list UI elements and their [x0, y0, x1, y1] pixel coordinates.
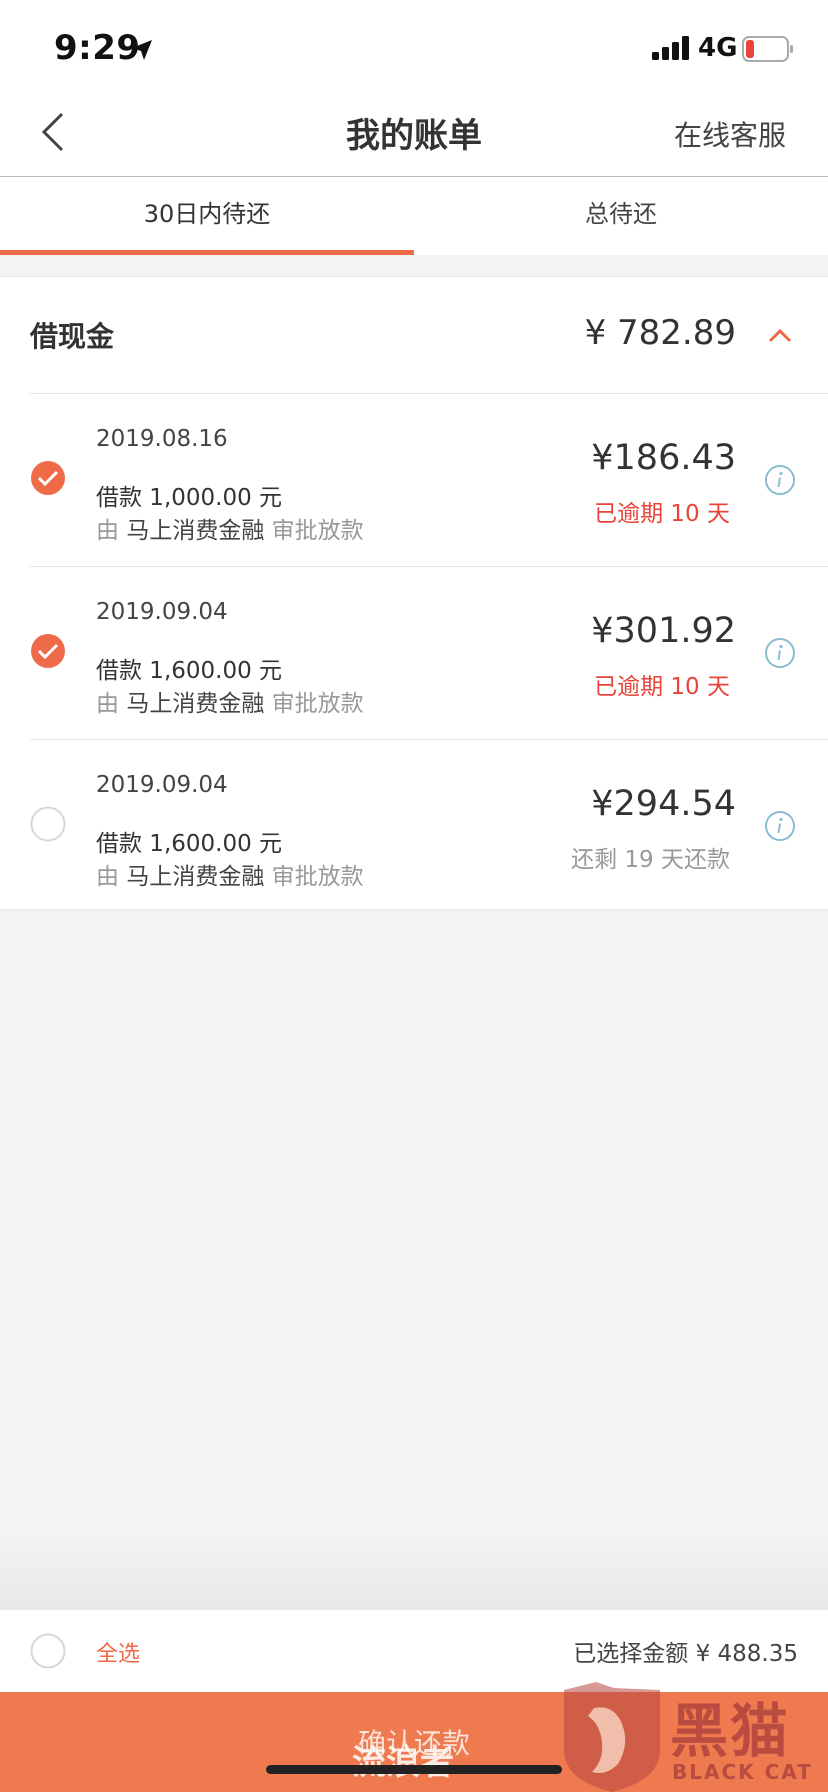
bill-row[interactable]: 2019.08.16 借款 1,000.00 元 由 马上消费金融 审批放款 ¥… [0, 394, 828, 566]
footer-shadow [0, 1540, 828, 1610]
lender-line: 由 马上消费金融 审批放款 [96, 684, 364, 718]
bill-amount: ¥294.54 [591, 784, 736, 824]
select-all-circle-icon[interactable] [30, 1633, 66, 1669]
section-total: ¥ 782.89 [584, 313, 736, 353]
watermark-brand-en: BLACK CAT [672, 1760, 813, 1784]
section-header[interactable]: 借现金 ¥ 782.89 [0, 277, 828, 393]
checked-circle-icon[interactable] [30, 633, 66, 669]
selected-amount: 已选择金额 ¥ 488.35 [573, 1641, 798, 1667]
watermark-text: 流浪者 [352, 1743, 454, 1783]
lender-prefix: 由 [96, 691, 119, 717]
info-icon[interactable] [764, 464, 796, 496]
lender-line: 由 马上消费金融 审批放款 [96, 857, 364, 891]
select-all-label[interactable]: 全选 [96, 1636, 140, 1668]
bill-card: 借现金 ¥ 782.89 2019.08.16 借款 1,000.00 元 由 … [0, 276, 828, 910]
bill-amount: ¥186.43 [591, 438, 736, 478]
loan-amount: 借款 1,600.00 元 [96, 658, 283, 684]
section-title: 借现金 [30, 320, 115, 353]
watermark-brand-cn: 黑猫 [670, 1697, 791, 1765]
lender-suffix: 审批放款 [271, 518, 364, 544]
cellular-signal-icon [652, 36, 689, 60]
status-time: 9:29 [54, 28, 141, 68]
bill-date: 2019.09.04 [96, 599, 228, 625]
checked-circle-icon[interactable] [30, 460, 66, 496]
unchecked-circle-icon[interactable] [30, 806, 66, 842]
bill-date: 2019.08.16 [96, 426, 228, 452]
loan-amount: 借款 1,600.00 元 [96, 831, 283, 857]
lender-name: 马上消费金融 [126, 691, 265, 717]
home-indicator [266, 1765, 562, 1774]
lender-prefix: 由 [96, 518, 119, 544]
bill-status: 还剩 19 天还款 [571, 847, 730, 873]
bill-status: 已逾期 10 天 [594, 674, 730, 700]
chevron-up-icon[interactable] [768, 327, 792, 343]
lender-prefix: 由 [96, 864, 119, 890]
battery-low-icon [742, 36, 793, 62]
bill-row[interactable]: 2019.09.04 借款 1,600.00 元 由 马上消费金融 审批放款 ¥… [0, 567, 828, 739]
network-type: 4G [698, 33, 738, 63]
loan-amount: 借款 1,000.00 元 [96, 485, 283, 511]
bill-row[interactable]: 2019.09.04 借款 1,600.00 元 由 马上消费金融 审批放款 ¥… [0, 740, 828, 912]
bill-date: 2019.09.04 [96, 772, 228, 798]
tab-due-30-days[interactable]: 30日内待还 [0, 177, 414, 255]
lender-suffix: 审批放款 [271, 864, 364, 890]
lender-line: 由 马上消费金融 审批放款 [96, 511, 364, 545]
lender-name: 马上消费金融 [126, 864, 265, 890]
nav-bar: 我的账单 在线客服 [0, 100, 828, 177]
status-bar: 9:29 4G [0, 0, 828, 100]
bill-amount: ¥301.92 [591, 611, 736, 651]
info-icon[interactable] [764, 637, 796, 669]
active-tab-indicator [0, 250, 414, 255]
tab-total-due[interactable]: 总待还 [414, 177, 828, 255]
location-arrow-icon [132, 40, 152, 60]
online-service-link[interactable]: 在线客服 [674, 114, 786, 154]
info-icon[interactable] [764, 810, 796, 842]
bill-status: 已逾期 10 天 [594, 501, 730, 527]
lender-name: 马上消费金融 [126, 518, 265, 544]
lender-suffix: 审批放款 [271, 691, 364, 717]
tab-bar: 30日内待还 总待还 [0, 177, 828, 255]
